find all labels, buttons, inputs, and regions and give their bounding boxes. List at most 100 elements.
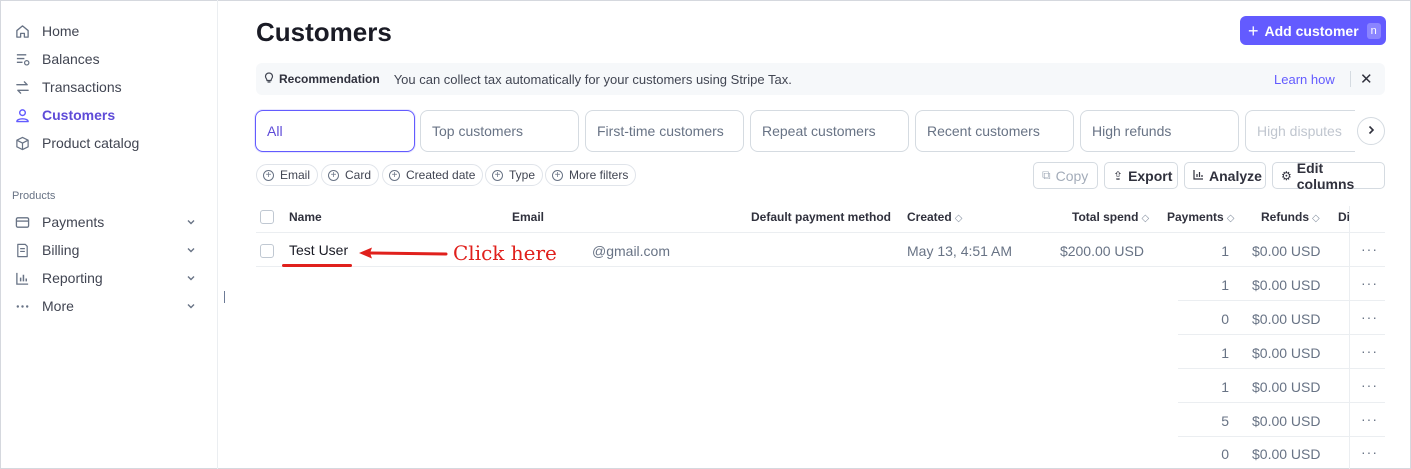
- column-header-refunds[interactable]: Refunds ◇: [1261, 210, 1320, 224]
- row-refunds: $0.00 USD: [1252, 413, 1321, 429]
- sort-icon: ◇: [1312, 213, 1320, 224]
- filter-created-date[interactable]: + Created date: [382, 164, 484, 186]
- plus-circle-icon: +: [492, 169, 503, 181]
- filter-card[interactable]: + Card: [321, 164, 380, 186]
- plus-circle-icon: +: [328, 169, 339, 181]
- page-title: Customers: [256, 17, 392, 47]
- row-actions-icon[interactable]: ···: [1361, 309, 1378, 325]
- sidebar-item-billing[interactable]: Billing: [14, 239, 195, 261]
- column-header-label: Total spend: [1072, 210, 1139, 224]
- filter-email[interactable]: + Email: [256, 164, 319, 186]
- tab-top-customers[interactable]: Top customers: [420, 110, 579, 152]
- column-header-created[interactable]: Created ◇: [907, 210, 962, 224]
- sidebar-item-home[interactable]: Home: [14, 20, 79, 42]
- export-button[interactable]: ⇪ Export: [1104, 162, 1178, 189]
- actions-column-divider: [1349, 206, 1350, 469]
- sidebar-item-more[interactable]: More: [14, 295, 195, 317]
- column-header-email[interactable]: Email: [512, 210, 544, 224]
- more-icon: [14, 298, 30, 314]
- text-cursor: [224, 291, 225, 303]
- customer-email: @gmail.com: [592, 243, 671, 259]
- column-header-payment-method[interactable]: Default payment method: [751, 210, 891, 224]
- select-all-checkbox[interactable]: [260, 210, 274, 224]
- sort-icon: ◇: [954, 213, 963, 224]
- row-divider: [256, 266, 1385, 267]
- add-customer-label: Add customer: [1264, 22, 1359, 39]
- sort-icon: ◇: [1226, 213, 1235, 224]
- row-payments: 1: [1221, 379, 1229, 395]
- edit-columns-label: Edit columns: [1296, 159, 1355, 192]
- shortcut-badge: n: [1366, 22, 1381, 39]
- plus-circle-icon: +: [263, 169, 274, 181]
- add-customer-button[interactable]: + Add customer n: [1240, 16, 1386, 45]
- row-divider: [1178, 300, 1385, 301]
- billing-icon: [14, 242, 30, 258]
- row-actions-icon[interactable]: ···: [1361, 377, 1378, 393]
- analyze-icon: [1193, 169, 1204, 183]
- header-divider: [256, 232, 1385, 233]
- filter-label: Created date: [406, 168, 476, 182]
- row-actions-icon[interactable]: ···: [1361, 241, 1378, 257]
- column-header-name[interactable]: Name: [289, 210, 322, 224]
- sidebar-item-label: Reporting: [42, 270, 103, 286]
- column-header-total-spend[interactable]: Total spend ◇: [1072, 210, 1149, 224]
- row-refunds: $0.00 USD: [1252, 446, 1321, 462]
- edit-columns-button[interactable]: ⚙ Edit columns: [1272, 159, 1385, 192]
- plus-circle-icon: +: [389, 169, 400, 181]
- row-divider: [1178, 436, 1385, 437]
- tab-repeat-customers[interactable]: Repeat customers: [750, 110, 909, 152]
- gear-icon: ⚙: [1281, 168, 1292, 183]
- row-payments: 5: [1221, 413, 1229, 429]
- tab-first-time-customers[interactable]: First-time customers: [585, 110, 744, 152]
- chevron-down-icon: [186, 270, 196, 286]
- tab-all[interactable]: All: [255, 110, 415, 152]
- filter-label: More filters: [569, 168, 629, 182]
- row-refunds: $0.00 USD: [1252, 311, 1321, 327]
- row-actions-icon[interactable]: ···: [1361, 343, 1378, 359]
- sidebar-item-transactions[interactable]: Transactions: [14, 76, 122, 98]
- sort-icon: ◇: [1141, 213, 1150, 224]
- filter-more[interactable]: + More filters: [545, 164, 637, 186]
- filter-label: Card: [345, 168, 372, 182]
- recommendation-label: Recommendation: [279, 72, 380, 86]
- customer-payments: 1: [1221, 243, 1229, 259]
- chevron-down-icon: [186, 214, 196, 230]
- customer-name-link[interactable]: Test User: [289, 242, 348, 258]
- sidebar-item-reporting[interactable]: Reporting: [14, 267, 195, 289]
- lightbulb-icon: [264, 71, 274, 87]
- chevron-down-icon: [186, 242, 196, 258]
- divider: [1350, 71, 1351, 87]
- copy-button[interactable]: ⧉ Copy: [1033, 162, 1098, 189]
- learn-how-link[interactable]: Learn how: [1274, 72, 1335, 87]
- tabs-scroll-right-button[interactable]: [1357, 117, 1385, 145]
- sidebar-item-label: Product catalog: [42, 135, 140, 151]
- row-actions-icon[interactable]: ···: [1361, 275, 1378, 291]
- sidebar-item-label: Billing: [42, 242, 80, 258]
- balances-icon: [14, 51, 30, 67]
- row-payments: 1: [1221, 345, 1229, 361]
- recommendation-banner: Recommendation You can collect tax autom…: [256, 63, 1385, 95]
- sidebar-item-product-catalog[interactable]: Product catalog: [14, 132, 139, 154]
- filter-label: Email: [280, 168, 311, 182]
- column-header-payments[interactable]: Payments ◇: [1167, 210, 1234, 224]
- sidebar-item-balances[interactable]: Balances: [14, 48, 100, 70]
- sidebar-item-payments[interactable]: Payments: [14, 211, 195, 233]
- tab-recent-customers[interactable]: Recent customers: [915, 110, 1074, 152]
- sidebar-section-products: Products: [12, 190, 56, 202]
- row-actions-icon[interactable]: ···: [1361, 444, 1378, 460]
- sidebar-item-customers[interactable]: Customers: [14, 104, 115, 126]
- export-icon: ⇪: [1113, 168, 1124, 183]
- filter-type[interactable]: + Type: [485, 164, 544, 186]
- plus-circle-icon: +: [552, 169, 563, 181]
- customer-created: May 13, 4:51 AM: [907, 243, 1013, 259]
- recommendation-text: You can collect tax automatically for yo…: [393, 71, 792, 87]
- chevron-right-icon: [1366, 122, 1376, 140]
- tab-high-refunds[interactable]: High refunds: [1080, 110, 1239, 152]
- row-checkbox[interactable]: [260, 244, 274, 258]
- tab-high-disputes[interactable]: High disputes: [1245, 110, 1355, 152]
- row-actions-icon[interactable]: ···: [1361, 411, 1378, 427]
- row-divider: [1178, 334, 1385, 335]
- close-icon[interactable]: ✕: [1360, 70, 1373, 88]
- analyze-button[interactable]: Analyze: [1184, 162, 1266, 189]
- customer-refunds: $0.00 USD: [1252, 243, 1321, 259]
